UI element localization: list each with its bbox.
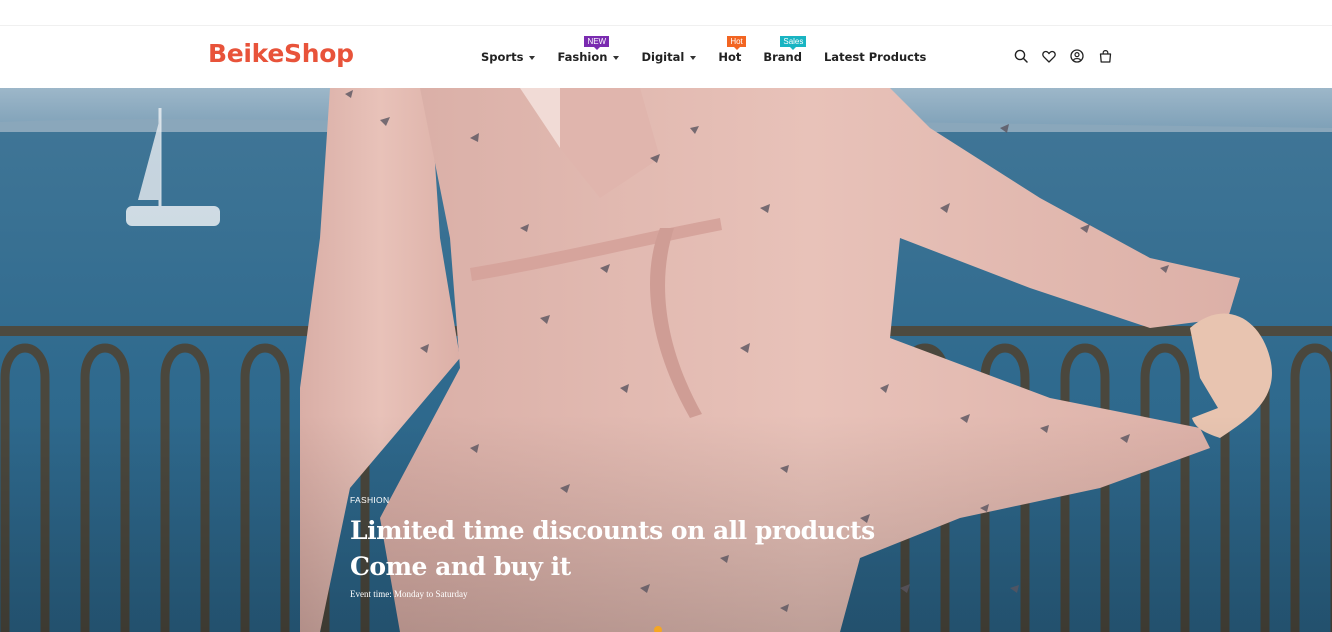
hero-kicker: FASHION (350, 495, 390, 505)
bag-icon[interactable] (1097, 48, 1113, 64)
nav-label: Digital (641, 50, 685, 64)
slider-dot-active[interactable] (654, 626, 662, 632)
header-icons (1013, 48, 1113, 64)
search-icon[interactable] (1013, 48, 1029, 64)
caret-down-icon (613, 55, 620, 60)
nav-label: Brand (763, 50, 802, 64)
hero-caption: FASHION Limited time discounts on all pr… (350, 495, 875, 599)
caret-down-icon (690, 55, 697, 60)
nav-item-hot[interactable]: Hot Hot (718, 36, 746, 64)
nav-item-digital[interactable]: Digital (641, 50, 697, 64)
nav-label: Hot (718, 50, 742, 64)
nav-badge-hot: Hot (727, 36, 746, 50)
top-strip (0, 0, 1332, 26)
nav-item-latest-products[interactable]: Latest Products (824, 50, 926, 64)
nav-item-brand[interactable]: Sales Brand (763, 36, 807, 64)
hero-headline-line2: Come and buy it (350, 552, 571, 581)
slider-pagination (654, 626, 668, 632)
hero-banner[interactable]: FASHION Limited time discounts on all pr… (0, 88, 1332, 632)
hero-headline-line1: Limited time discounts on all products (350, 516, 875, 545)
nav-badge-new: NEW (584, 36, 610, 50)
nav-badge-sales: Sales (780, 36, 807, 50)
caret-down-icon (529, 55, 536, 60)
nav-label: Latest Products (823, 50, 927, 64)
main-nav: Sports NEW Fashion Digital Hot Hot Sales… (481, 36, 926, 65)
site-header: BeikeShop Sports NEW Fashion Digital Hot… (0, 26, 1332, 88)
hero-event-time: Event time: Monday to Saturday (350, 589, 468, 599)
user-icon[interactable] (1069, 48, 1085, 64)
nav-item-sports[interactable]: Sports (481, 50, 536, 64)
brand-logo[interactable]: BeikeShop (208, 39, 354, 68)
nav-label: Fashion (557, 50, 608, 64)
nav-label: Sports (481, 50, 524, 64)
heart-icon[interactable] (1041, 48, 1057, 64)
nav-item-fashion[interactable]: NEW Fashion (557, 36, 620, 64)
